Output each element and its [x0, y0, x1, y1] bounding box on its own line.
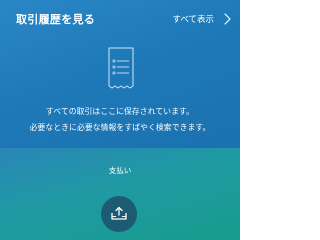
- view-all-label: すべて表示: [172, 15, 214, 25]
- receipt-icon: [108, 47, 134, 89]
- empty-state-message-line2: 必要なときに必要な情報をすばやく検索できます。: [29, 123, 211, 132]
- payment-button[interactable]: [101, 196, 137, 232]
- empty-state-message-line1: すべての取引はここに保存されています。: [45, 107, 195, 116]
- chevron-right-icon: [224, 13, 231, 25]
- view-all-button[interactable]: すべて表示: [172, 9, 232, 29]
- transaction-history-screen: 取引履歴を見る すべて表示 すべての取引はここに保存されています。 必要なときに…: [0, 0, 240, 240]
- payment-upload-icon: [111, 206, 127, 220]
- history-panel: 取引履歴を見る すべて表示 すべての取引はここに保存されています。 必要なときに…: [0, 0, 240, 148]
- page-title: 取引履歴を見る: [16, 13, 96, 26]
- payment-label: 支払い: [108, 166, 132, 175]
